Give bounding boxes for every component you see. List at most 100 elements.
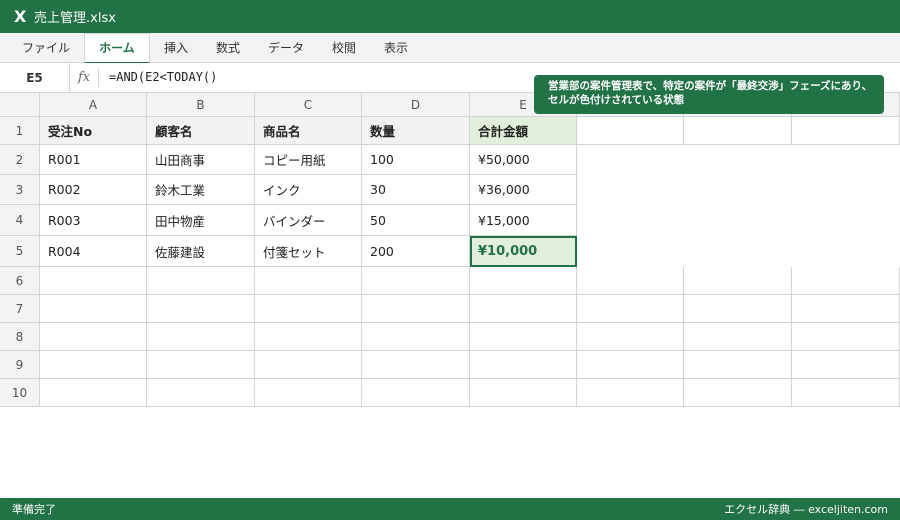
annotation-callout: 営業部の案件管理表で、特定の案件が「最終交渉」フェーズにあり、セルが色付けされて… bbox=[534, 75, 884, 114]
cell-E7[interactable] bbox=[470, 295, 577, 323]
cell-E6[interactable] bbox=[470, 267, 577, 295]
cell-D4[interactable]: 50 bbox=[362, 205, 470, 236]
cell-E10[interactable] bbox=[470, 379, 577, 407]
cell-H9[interactable] bbox=[792, 351, 900, 379]
cell-D5[interactable]: 200 bbox=[362, 236, 470, 267]
select-all-corner[interactable] bbox=[0, 93, 40, 117]
fx-icon[interactable]: fx bbox=[78, 63, 90, 93]
cell-C9[interactable] bbox=[255, 351, 362, 379]
cell-D7[interactable] bbox=[362, 295, 470, 323]
cell-C8[interactable] bbox=[255, 323, 362, 351]
tab-review[interactable]: 校閲 bbox=[322, 33, 366, 63]
row-header-5[interactable]: 5 bbox=[0, 236, 40, 267]
cell-H7[interactable] bbox=[792, 295, 900, 323]
column-header-C[interactable]: C bbox=[255, 93, 362, 117]
site-credit: エクセル辞典 ― exceljiten.com bbox=[724, 503, 888, 516]
tab-formulas[interactable]: 数式 bbox=[206, 33, 250, 63]
cell-C7[interactable] bbox=[255, 295, 362, 323]
cell-G6[interactable] bbox=[684, 267, 792, 295]
cell-C5[interactable]: 付箋セット bbox=[255, 236, 362, 267]
cell-A1[interactable]: 受注No bbox=[40, 117, 147, 145]
row-header-3[interactable]: 3 bbox=[0, 175, 40, 205]
ribbon-tabs: ファイル ホーム 挿入 数式 データ 校閲 表示 bbox=[0, 33, 900, 64]
cell-A9[interactable] bbox=[40, 351, 147, 379]
cell-D6[interactable] bbox=[362, 267, 470, 295]
cell-F7[interactable] bbox=[577, 295, 684, 323]
cell-C3[interactable]: インク bbox=[255, 175, 362, 205]
cell-B8[interactable] bbox=[147, 323, 255, 351]
column-header-A[interactable]: A bbox=[40, 93, 147, 117]
formula-separator bbox=[98, 69, 99, 87]
cell-D3[interactable]: 30 bbox=[362, 175, 470, 205]
cell-B3[interactable]: 鈴木工業 bbox=[147, 175, 255, 205]
cell-G8[interactable] bbox=[684, 323, 792, 351]
cell-F8[interactable] bbox=[577, 323, 684, 351]
row-header-2[interactable]: 2 bbox=[0, 145, 40, 175]
cell-H8[interactable] bbox=[792, 323, 900, 351]
cell-D8[interactable] bbox=[362, 323, 470, 351]
cell-D1[interactable]: 数量 bbox=[362, 117, 470, 145]
cell-A10[interactable] bbox=[40, 379, 147, 407]
column-header-D[interactable]: D bbox=[362, 93, 470, 117]
cell-A7[interactable] bbox=[40, 295, 147, 323]
tab-home[interactable]: ホーム bbox=[84, 33, 150, 64]
cell-F10[interactable] bbox=[577, 379, 684, 407]
cell-G7[interactable] bbox=[684, 295, 792, 323]
cell-C1[interactable]: 商品名 bbox=[255, 117, 362, 145]
cell-A2[interactable]: R001 bbox=[40, 145, 147, 175]
cell-C4[interactable]: バインダー bbox=[255, 205, 362, 236]
cell-E3[interactable]: ¥36,000 bbox=[470, 175, 577, 205]
cell-E2[interactable]: ¥50,000 bbox=[470, 145, 577, 175]
cell-E4[interactable]: ¥15,000 bbox=[470, 205, 577, 236]
cell-F6[interactable] bbox=[577, 267, 684, 295]
cell-B6[interactable] bbox=[147, 267, 255, 295]
cell-B5[interactable]: 佐藤建設 bbox=[147, 236, 255, 267]
cell-F1[interactable] bbox=[577, 117, 684, 145]
cell-E1[interactable]: 合計金額 bbox=[470, 117, 577, 145]
status-text: 準備完了 bbox=[12, 503, 56, 516]
formula-input[interactable]: =AND(E2<TODAY() bbox=[109, 63, 217, 93]
row-header-6[interactable]: 6 bbox=[0, 267, 40, 295]
cell-E8[interactable] bbox=[470, 323, 577, 351]
tab-data[interactable]: データ bbox=[260, 33, 312, 63]
cell-E5[interactable]: ¥10,000 bbox=[470, 236, 577, 267]
excel-logo-icon: X bbox=[14, 7, 27, 26]
cell-B4[interactable]: 田中物産 bbox=[147, 205, 255, 236]
cell-B1[interactable]: 顧客名 bbox=[147, 117, 255, 145]
cell-D10[interactable] bbox=[362, 379, 470, 407]
row-header-8[interactable]: 8 bbox=[0, 323, 40, 351]
cell-A4[interactable]: R003 bbox=[40, 205, 147, 236]
tab-file[interactable]: ファイル bbox=[10, 33, 82, 63]
row-header-10[interactable]: 10 bbox=[0, 379, 40, 407]
cell-G1[interactable] bbox=[684, 117, 792, 145]
cell-A8[interactable] bbox=[40, 323, 147, 351]
cell-A6[interactable] bbox=[40, 267, 147, 295]
row-header-7[interactable]: 7 bbox=[0, 295, 40, 323]
row-header-4[interactable]: 4 bbox=[0, 205, 40, 236]
column-header-B[interactable]: B bbox=[147, 93, 255, 117]
cell-F9[interactable] bbox=[577, 351, 684, 379]
cell-H6[interactable] bbox=[792, 267, 900, 295]
row-header-1[interactable]: 1 bbox=[0, 117, 40, 145]
cell-B2[interactable]: 山田商事 bbox=[147, 145, 255, 175]
cell-H1[interactable] bbox=[792, 117, 900, 145]
cell-A3[interactable]: R002 bbox=[40, 175, 147, 205]
row-header-9[interactable]: 9 bbox=[0, 351, 40, 379]
cell-C10[interactable] bbox=[255, 379, 362, 407]
cell-H10[interactable] bbox=[792, 379, 900, 407]
cell-C2[interactable]: コピー用紙 bbox=[255, 145, 362, 175]
cell-B7[interactable] bbox=[147, 295, 255, 323]
cell-G10[interactable] bbox=[684, 379, 792, 407]
cell-D9[interactable] bbox=[362, 351, 470, 379]
cell-C6[interactable] bbox=[255, 267, 362, 295]
tab-insert[interactable]: 挿入 bbox=[154, 33, 198, 63]
cell-B10[interactable] bbox=[147, 379, 255, 407]
cell-B9[interactable] bbox=[147, 351, 255, 379]
cell-G9[interactable] bbox=[684, 351, 792, 379]
cell-A5[interactable]: R004 bbox=[40, 236, 147, 267]
tab-view[interactable]: 表示 bbox=[374, 33, 418, 63]
cell-D2[interactable]: 100 bbox=[362, 145, 470, 175]
cell-E9[interactable] bbox=[470, 351, 577, 379]
name-box[interactable]: E5 bbox=[0, 63, 70, 93]
window-title: 売上管理.xlsx bbox=[34, 11, 116, 26]
